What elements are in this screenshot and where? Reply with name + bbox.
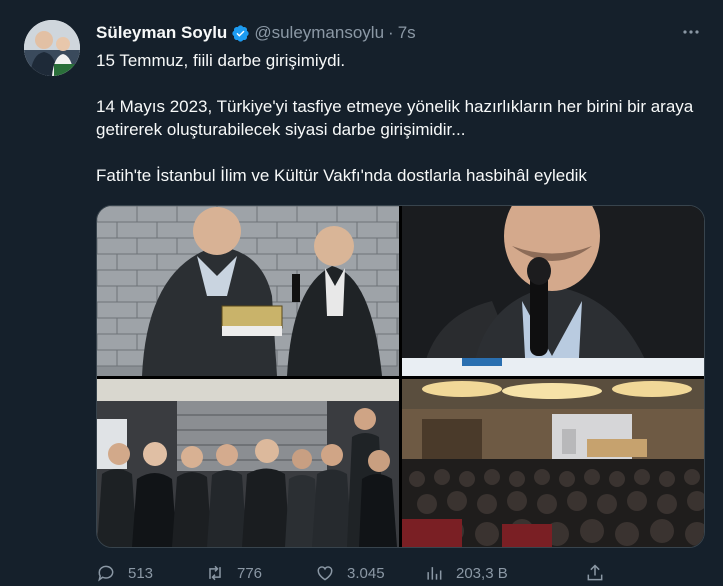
tweet-paragraph: 14 Mayıs 2023, Türkiye'yi tasfiye etmeye… [96,97,694,139]
tweet-paragraph: 15 Temmuz, fiili darbe girişimiydi. [96,51,346,70]
heart-icon [315,563,335,583]
views-count: 203,3 B [456,564,508,582]
views-chart-icon [424,563,444,583]
author-handle[interactable]: @suleymansoylu [254,23,384,43]
tweet-text: 15 Temmuz, fiili darbe girişimiydi. 14 M… [96,49,696,187]
media-photo-1[interactable] [97,206,399,376]
tweet-header: Süleyman Soylu @suleymansoylu · 7s [96,22,416,44]
media-photo-3[interactable] [97,379,399,547]
avatar-image [24,20,80,76]
like-count: 3.045 [347,564,385,582]
share-icon [585,563,605,583]
action-bar: 513 776 3.045 203,3 B [96,560,636,586]
timestamp[interactable]: 7s [398,23,416,43]
like-button[interactable]: 3.045 [315,563,385,583]
reply-button[interactable]: 513 [96,563,153,583]
views-button[interactable]: 203,3 B [424,563,508,583]
tweet[interactable]: Süleyman Soylu @suleymansoylu · 7s 15 Te… [0,0,723,583]
share-button[interactable] [585,563,605,583]
media-photo-4[interactable] [402,379,704,547]
retweet-icon [205,563,225,583]
media-photo-2[interactable] [402,206,704,376]
separator-dot: · [388,23,394,42]
media-grid [96,205,705,548]
retweet-count: 776 [237,564,263,582]
reply-count: 513 [128,564,154,582]
retweet-button[interactable]: 776 [205,563,262,583]
author-name[interactable]: Süleyman Soylu [96,23,227,43]
avatar[interactable] [24,20,80,76]
tweet-paragraph: Fatih'te İstanbul İlim ve Kültür Vakfı'n… [96,166,587,185]
verified-badge-icon [231,24,250,43]
reply-icon [96,563,116,583]
more-options-icon[interactable] [681,22,701,42]
